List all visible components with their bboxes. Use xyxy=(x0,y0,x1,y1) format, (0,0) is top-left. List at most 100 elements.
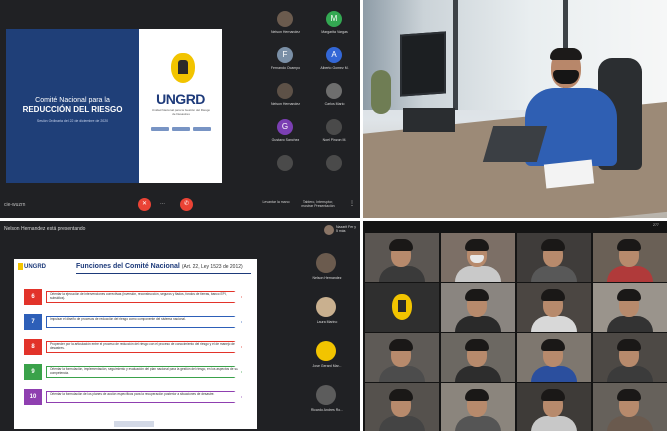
desktop-tower xyxy=(403,108,455,132)
video-tile[interactable] xyxy=(365,383,439,431)
slide-title-line2: REDUCCIÓN DEL RIESGO xyxy=(22,105,123,114)
video-tile[interactable] xyxy=(517,333,591,382)
slide-title-text: Funciones del Comité Nacional xyxy=(76,263,180,270)
person-hair xyxy=(541,289,565,301)
kebab-menu-icon[interactable]: ⋮ xyxy=(349,200,355,207)
function-text: Orientar la formulación de los planes de… xyxy=(46,391,242,403)
participant-name: Alberto Gomez M. xyxy=(320,66,349,70)
participant-grid: 277 xyxy=(363,221,667,431)
function-row: 9 Orientar la formulación, implementación… xyxy=(24,364,249,380)
function-number: 7 xyxy=(24,314,42,330)
footer-logos xyxy=(114,421,154,427)
participant-name: Nelson Hernandez xyxy=(271,102,300,106)
avatar xyxy=(324,225,334,235)
function-row: 6 Orientar la ejecución de intervenciones… xyxy=(24,289,249,305)
avatar: G xyxy=(277,119,293,135)
laptop xyxy=(482,126,548,162)
plant xyxy=(371,70,391,114)
participant-tile[interactable]: Jose Gerard Mar... xyxy=(296,337,358,377)
participant-tile[interactable]: G Gustavo Sanchez xyxy=(262,116,309,147)
video-tile[interactable] xyxy=(365,333,439,382)
video-tile[interactable] xyxy=(593,333,667,382)
video-tile[interactable] xyxy=(441,333,515,382)
person-torso xyxy=(455,366,501,382)
function-text: Impulsar el diseño de procesos de reducc… xyxy=(46,316,242,328)
monitor xyxy=(400,31,446,97)
person-hair xyxy=(617,239,641,251)
video-tile[interactable] xyxy=(593,233,667,282)
slide-title-panel: Comité Nacional para la REDUCCIÓN DEL RI… xyxy=(6,29,139,183)
participant-tile[interactable]: Nelson Hernandez xyxy=(262,8,309,39)
person-hair xyxy=(465,339,489,351)
raise-hand-button[interactable]: Levantar la mano xyxy=(256,200,296,204)
function-text: Orientar la formulación, implementación,… xyxy=(46,366,242,378)
person-torso xyxy=(379,416,425,431)
hang-up-button[interactable]: ✆ xyxy=(180,198,193,211)
video-tile[interactable] xyxy=(441,383,515,431)
participant-tile[interactable]: Noel Pinzon M. xyxy=(311,116,358,147)
person-hair xyxy=(465,289,489,301)
more-icon[interactable]: ⋯ xyxy=(160,201,165,207)
participant-name: Ricardo Andres Ro... xyxy=(310,408,344,412)
video-tile[interactable] xyxy=(517,283,591,332)
slide-date: Sesión Ordinaria del 22 de diciembre de … xyxy=(36,119,109,123)
participant-tile[interactable] xyxy=(262,152,309,183)
slide-title: Funciones del Comité Nacional (Art. 22, … xyxy=(76,263,243,270)
video-tile[interactable] xyxy=(593,283,667,332)
function-number: 9 xyxy=(24,364,42,380)
person-hair xyxy=(465,389,489,401)
participant-tile[interactable]: Carlos Mario xyxy=(311,80,358,111)
participant-tile[interactable]: A Alberto Gomez M. xyxy=(311,44,358,75)
collage: Comité Nacional para la REDUCCIÓN DEL RI… xyxy=(0,0,667,431)
video-tile[interactable] xyxy=(441,283,515,332)
presenting-label: Nelson Hernandez está presentando xyxy=(4,226,86,232)
functions-slide: UNGRD Funciones del Comité Nacional (Art… xyxy=(14,259,257,429)
person-torso xyxy=(455,266,501,282)
avatar xyxy=(316,253,336,273)
person-torso xyxy=(531,266,577,282)
slide-logo-panel: UNGRD Unidad Nacional para la Gestión de… xyxy=(139,29,222,183)
self-label: Nazarit Fer y 5 más xyxy=(336,225,357,233)
mic-off-button[interactable]: ✕ xyxy=(138,198,151,211)
participant-tile[interactable] xyxy=(311,152,358,183)
function-text: Propender por la articulación entre el p… xyxy=(46,341,242,353)
video-tile[interactable] xyxy=(517,383,591,431)
person-hair xyxy=(550,48,582,60)
avatar: F xyxy=(277,47,293,63)
ungrd-logo-icon xyxy=(392,294,412,320)
meet-presenting-view: Nelson Hernandez está presentando Nazari… xyxy=(0,221,360,431)
video-tile[interactable] xyxy=(517,233,591,282)
person-hair xyxy=(541,339,565,351)
participant-tile[interactable]: F Fernando Ocampo xyxy=(262,44,309,75)
video-tile[interactable] xyxy=(365,233,439,282)
self-tile[interactable]: Nazarit Fer y 5 más xyxy=(324,224,358,237)
participant-tile[interactable]: Nelson Hernandez xyxy=(296,249,358,289)
person-torso xyxy=(455,416,501,431)
document-paper xyxy=(543,159,595,189)
person-hair xyxy=(389,389,413,401)
video-tile[interactable] xyxy=(593,383,667,431)
present-button[interactable]: Tablero, Interruptor, mostrar Presentaci… xyxy=(298,200,338,208)
participant-tile[interactable]: Ricardo Andres Ro... xyxy=(296,381,358,421)
slide-title-line1: Comité Nacional para la xyxy=(35,97,110,104)
avatar xyxy=(326,119,342,135)
avatar xyxy=(326,83,342,99)
participant-name: Jose Gerard Mar... xyxy=(312,364,342,368)
meet-slide-view: Comité Nacional para la REDUCCIÓN DEL RI… xyxy=(0,0,360,218)
ungrd-logo-icon xyxy=(171,53,195,83)
video-tile[interactable] xyxy=(365,283,439,332)
presentation-slide: Comité Nacional para la REDUCCIÓN DEL RI… xyxy=(6,29,222,205)
person-hair xyxy=(541,239,565,251)
person-torso xyxy=(379,266,425,282)
presenting-bar: Nelson Hernandez está presentando Nazari… xyxy=(0,221,360,239)
person-hair xyxy=(389,239,413,251)
participant-tile[interactable]: Nelson Hernandez xyxy=(262,80,309,111)
function-number: 10 xyxy=(24,389,42,405)
video-tile[interactable] xyxy=(441,233,515,282)
participant-tile[interactable]: M Margarita Vargas xyxy=(311,8,358,39)
participant-tile[interactable]: Laura Marino xyxy=(296,293,358,333)
person-torso xyxy=(531,366,577,382)
window-frame xyxy=(453,0,458,110)
meeting-code: cie-wuzrn xyxy=(4,202,26,208)
person-torso xyxy=(455,316,501,332)
